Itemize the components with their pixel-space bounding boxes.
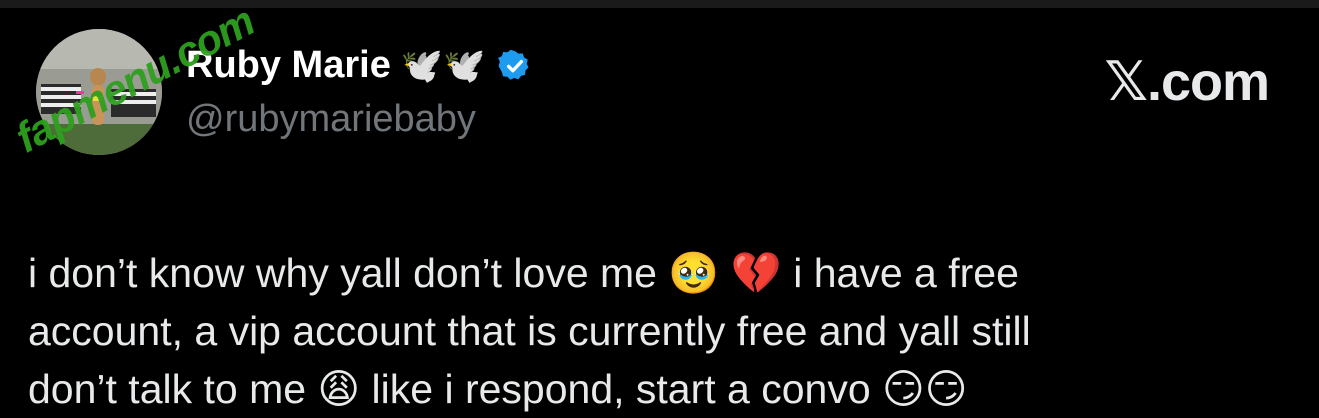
dove-emoji-icon: 🕊️🕊️ bbox=[400, 45, 486, 86]
x-logo-text: 𝕏.com bbox=[1104, 52, 1270, 112]
verified-badge-icon bbox=[497, 49, 528, 80]
tweet-line: don’t talk to me 😩 like i respond, start… bbox=[28, 366, 968, 412]
tweet-line: account, a vip account that is currently… bbox=[28, 308, 1031, 354]
tweet-line: i don’t know why yall don’t love me 🥹 💔 … bbox=[28, 250, 1019, 296]
user-handle[interactable]: @rubymariebaby bbox=[186, 98, 476, 141]
tweet-text: i don’t know why yall don’t love me 🥹 💔 … bbox=[28, 244, 1298, 418]
top-divider bbox=[0, 0, 1319, 8]
